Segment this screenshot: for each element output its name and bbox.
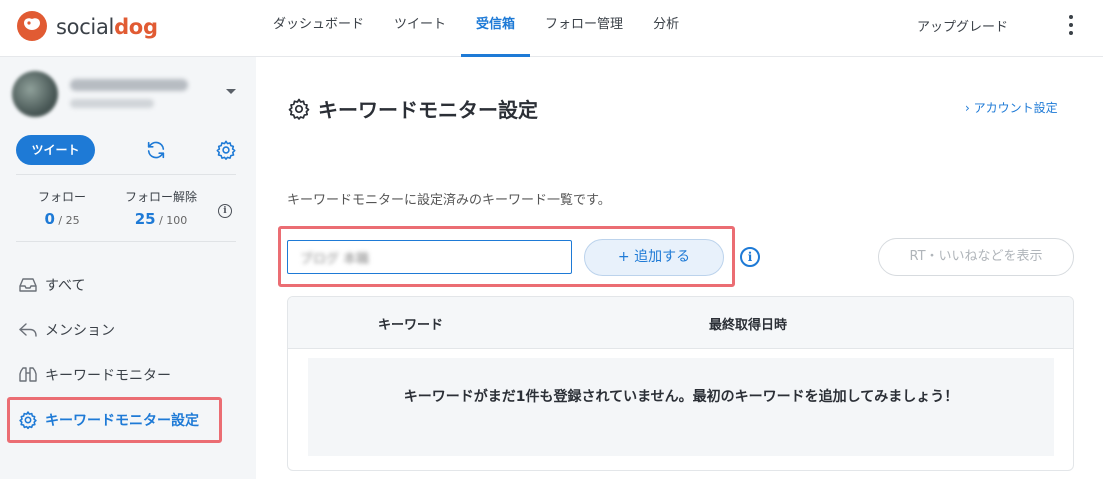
logo[interactable]: socialdog — [15, 10, 158, 44]
sidebar-item-all[interactable]: すべて — [18, 273, 85, 297]
page-header: キーワードモニター設定 — [287, 94, 538, 123]
dog-logo-icon — [17, 11, 47, 41]
follow-stat-limit: / 25 — [58, 214, 80, 227]
unfollow-stat-limit: / 100 — [159, 214, 188, 227]
nav-dashboard[interactable]: ダッシュボード — [258, 0, 379, 57]
sidebar: ツイート フォロー 0 / 25 フォロー解除 25 / 100 i すべて メ… — [0, 57, 256, 479]
upgrade-link[interactable]: アップグレード — [917, 16, 1008, 35]
inbox-icon — [19, 278, 37, 292]
empty-state: キーワードがまだ1件も登録されていません。最初のキーワードを追加してみましょう！ — [308, 358, 1054, 456]
sidebar-item-keyword-monitor[interactable]: キーワードモニター — [18, 363, 171, 387]
sidebar-item-label: メンション — [45, 323, 115, 339]
unfollow-stat-label: フォロー解除 — [125, 190, 198, 204]
settings-gear-icon[interactable] — [215, 139, 237, 161]
account-settings-link[interactable]: › アカウント設定 — [965, 99, 1058, 116]
divider — [16, 174, 236, 175]
tweet-button[interactable]: ツイート — [16, 135, 95, 165]
show-rt-likes-button[interactable]: RT・いいねなどを表示 — [878, 238, 1074, 276]
table-header: キーワード 最終取得日時 — [288, 297, 1073, 349]
empty-state-message: キーワードがまだ1件も登録されていません。最初のキーワードを追加してみましょう！ — [403, 389, 959, 405]
page-description: キーワードモニターに設定済みのキーワード一覧です。 — [287, 193, 611, 208]
binoculars-icon — [19, 367, 37, 382]
account-handle-blurred — [70, 99, 154, 108]
nav-tweet[interactable]: ツイート — [379, 0, 461, 57]
follow-stat-label: フォロー — [38, 190, 87, 204]
nav-inbox[interactable]: 受信箱 — [461, 0, 531, 57]
caret-down-icon — [226, 89, 236, 94]
divider — [16, 241, 236, 242]
nav-analytics[interactable]: 分析 — [638, 0, 694, 57]
page-title: キーワードモニター設定 — [318, 98, 538, 122]
reply-icon — [19, 323, 37, 337]
unfollow-stat-value: 25 — [134, 210, 156, 228]
more-menu-icon[interactable] — [1064, 13, 1078, 37]
follow-stat: フォロー 0 / 25 — [38, 188, 86, 228]
info-icon[interactable]: i — [218, 204, 232, 218]
sidebar-item-mentions[interactable]: メンション — [18, 318, 115, 342]
gear-icon — [288, 98, 310, 120]
highlight-frame — [7, 397, 222, 443]
main-nav: ダッシュボード ツイート 受信箱 フォロー管理 分析 — [258, 0, 694, 57]
nav-follow-management[interactable]: フォロー管理 — [530, 0, 638, 57]
account-name-blurred — [70, 79, 188, 91]
keyword-table: キーワード 最終取得日時 キーワードがまだ1件も登録されていません。最初のキーワ… — [287, 296, 1074, 471]
account-switcher[interactable] — [12, 69, 244, 121]
top-bar: socialdog ダッシュボード ツイート 受信箱 フォロー管理 分析 アップ… — [0, 0, 1103, 57]
column-header-keyword: キーワード — [378, 318, 444, 333]
info-icon[interactable]: i — [740, 247, 760, 267]
logo-text-prefix: social — [56, 15, 115, 39]
logo-text-suffix: dog — [114, 15, 158, 39]
sidebar-item-label: すべて — [45, 278, 86, 294]
follow-stat-value: 0 — [44, 210, 55, 228]
column-header-last-fetched: 最終取得日時 — [709, 318, 788, 333]
highlight-frame — [278, 226, 735, 287]
refresh-icon[interactable] — [145, 139, 167, 161]
avatar — [12, 71, 58, 117]
unfollow-stat: フォロー解除 25 / 100 — [125, 188, 197, 228]
logo-text: socialdog — [56, 15, 158, 39]
sidebar-item-label: キーワードモニター — [45, 368, 171, 384]
